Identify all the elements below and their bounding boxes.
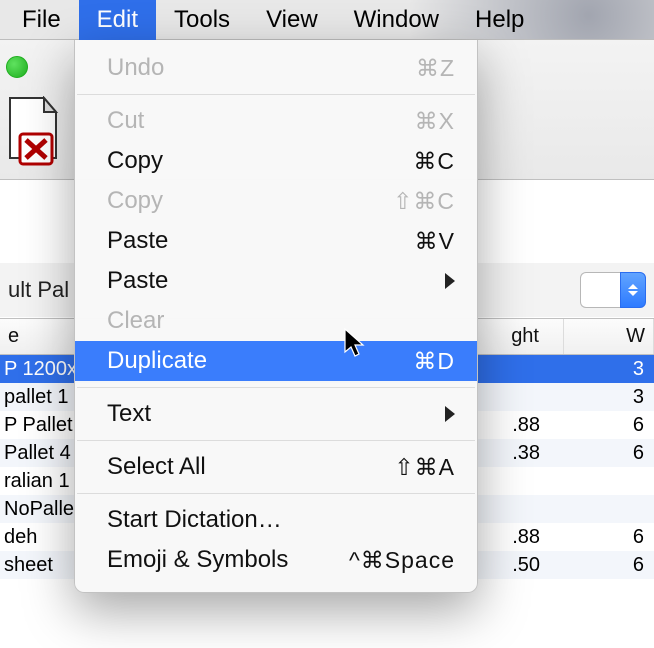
submenu-arrow-icon [445, 406, 455, 422]
cell-w: 6 [564, 442, 654, 465]
menu-item-paste[interactable]: Paste⌘V [75, 221, 477, 261]
col-name[interactable]: e [0, 319, 75, 354]
menu-separator [77, 440, 475, 441]
menu-shortcut: ⌘D [413, 348, 455, 375]
cell-w: 3 [564, 358, 654, 381]
chevron-down-icon [628, 291, 638, 296]
cell-name: P 1200x [0, 358, 75, 381]
menu-separator [77, 493, 475, 494]
default-pallet-label: ult Pal [8, 277, 69, 303]
menu-separator [77, 94, 475, 95]
cell-w: 3 [564, 386, 654, 409]
menu-item-copy[interactable]: Copy⌘C [75, 141, 477, 181]
menu-separator [77, 387, 475, 388]
cell-name: deh [0, 526, 75, 549]
menu-item-label: Copy [107, 147, 413, 175]
submenu-arrow-icon [445, 273, 455, 289]
menu-item-cut: Cut⌘X [75, 101, 477, 141]
menu-item-copy: Copy⇧⌘C [75, 181, 477, 221]
menu-item-label: Emoji & Symbols [107, 546, 349, 574]
menu-item-text[interactable]: Text [75, 394, 477, 434]
menu-item-label: Paste [107, 267, 445, 295]
menu-help[interactable]: Help [457, 0, 542, 40]
menu-file[interactable]: File [4, 0, 79, 40]
menubar: File Edit Tools View Window Help [0, 0, 654, 40]
edit-menu-dropdown: Undo⌘ZCut⌘XCopy⌘CCopy⇧⌘CPaste⌘VPasteClea… [74, 40, 478, 593]
cell-name: NoPallet [0, 498, 75, 521]
menu-shortcut: ⇧⌘A [394, 454, 455, 481]
menu-shortcut: ⌘V [415, 228, 455, 255]
cell-w: 6 [564, 526, 654, 549]
menu-shortcut: ⌘C [413, 148, 455, 175]
menu-view[interactable]: View [248, 0, 336, 40]
menu-window[interactable]: Window [336, 0, 457, 40]
menu-item-label: Undo [107, 54, 416, 82]
menu-item-label: Text [107, 400, 445, 428]
menu-item-emoji-symbols[interactable]: Emoji & Symbols^⌘Space [75, 540, 477, 580]
menu-item-label: Copy [107, 187, 393, 215]
cell-name: P Pallet [0, 414, 75, 437]
menu-tools[interactable]: Tools [156, 0, 248, 40]
cell-w: 6 [564, 554, 654, 577]
cell-name: sheet [0, 554, 75, 577]
chevron-up-icon [628, 284, 638, 289]
delete-document-icon[interactable] [4, 96, 62, 166]
menu-item-duplicate[interactable]: Duplicate⌘D [75, 341, 477, 381]
cell-name: Pallet 4 [0, 442, 75, 465]
menu-item-label: Duplicate [107, 347, 413, 375]
menu-item-label: Start Dictation… [107, 506, 455, 534]
menu-item-select-all[interactable]: Select All⇧⌘A [75, 447, 477, 487]
default-pallet-combobox[interactable] [580, 272, 646, 308]
menu-edit[interactable]: Edit [79, 0, 156, 40]
cell-name: ralian 1 [0, 470, 75, 493]
menu-item-undo: Undo⌘Z [75, 48, 477, 88]
cell-w: 6 [564, 414, 654, 437]
menu-item-label: Paste [107, 227, 415, 255]
combobox-stepper[interactable] [620, 272, 646, 308]
menu-item-label: Cut [107, 107, 415, 135]
menu-item-label: Select All [107, 453, 394, 481]
menu-shortcut: ⇧⌘C [393, 188, 455, 215]
menu-item-start-dictation[interactable]: Start Dictation… [75, 500, 477, 540]
menu-item-paste[interactable]: Paste [75, 261, 477, 301]
window-zoom-button[interactable] [6, 56, 28, 78]
menu-shortcut: ⌘X [415, 108, 455, 135]
combobox-field[interactable] [580, 272, 620, 308]
cell-name: pallet 1 [0, 386, 75, 409]
menu-item-label: Clear [107, 307, 455, 335]
menu-shortcut: ^⌘Space [349, 547, 455, 574]
menu-shortcut: ⌘Z [416, 55, 455, 82]
menu-item-clear: Clear [75, 301, 477, 341]
col-w[interactable]: W [564, 319, 654, 354]
